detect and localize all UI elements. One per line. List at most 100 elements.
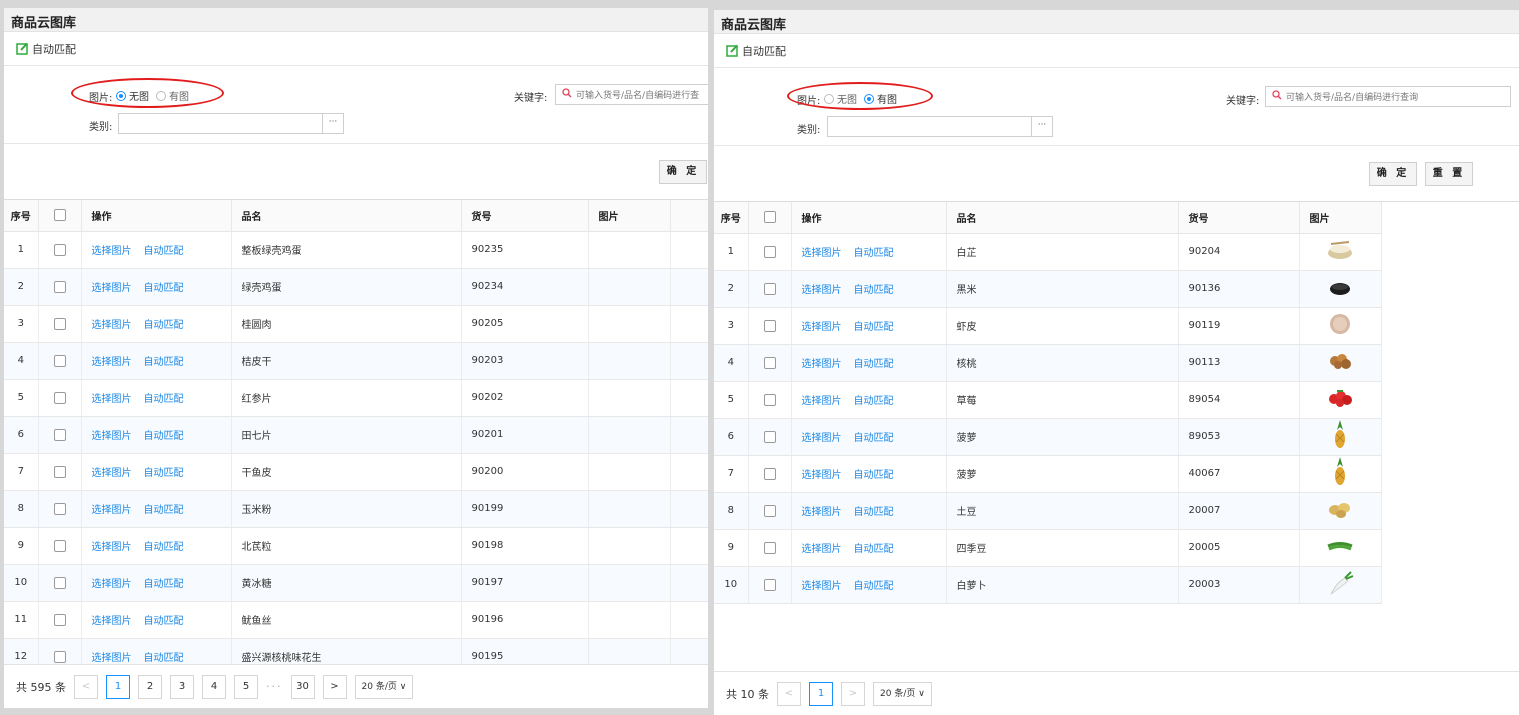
select-image-link[interactable]: 选择图片 [92,246,132,257]
walnut-thumbnail[interactable] [1325,354,1355,376]
pineapple-thumbnail[interactable] [1325,457,1355,490]
auto-match-link[interactable]: 自动匹配 [144,394,184,405]
row-checkbox[interactable] [763,245,776,258]
row-checkbox[interactable] [763,578,776,591]
select-image-link[interactable]: 选择图片 [802,285,842,296]
auto-match-button[interactable]: 自动匹配 [726,43,786,59]
category-select[interactable]: ··· [118,113,344,134]
select-image-link[interactable]: 选择图片 [802,322,842,333]
radio-has-image[interactable] [864,93,874,104]
auto-match-link[interactable]: 自动匹配 [144,468,184,479]
select-image-link[interactable]: 选择图片 [92,653,132,664]
row-checkbox[interactable] [763,541,776,554]
auto-match-link[interactable]: 自动匹配 [144,505,184,516]
auto-match-link[interactable]: 自动匹配 [854,396,894,407]
keyword-input[interactable]: 可输入货号/品名/自编码进行查 [555,84,708,105]
select-image-link[interactable]: 选择图片 [92,283,132,294]
auto-match-button[interactable]: 自动匹配 [16,41,76,57]
page-1[interactable]: 1 [106,674,130,699]
select-image-link[interactable]: 选择图片 [92,542,132,553]
select-all-checkbox[interactable] [53,209,66,222]
keyword-input[interactable]: 可输入货号/品名/自编码进行查询 [1265,86,1511,107]
auto-match-link[interactable]: 自动匹配 [144,616,184,627]
row-checkbox[interactable] [53,391,66,404]
next-page-button[interactable]: > [322,674,347,699]
auto-match-link[interactable]: 自动匹配 [854,248,894,259]
row-checkbox[interactable] [53,539,66,552]
page-2[interactable]: 2 [138,674,162,699]
prev-page-button[interactable]: < [777,681,801,706]
next-page-button[interactable]: > [841,681,865,706]
row-checkbox[interactable] [763,356,776,369]
row-checkbox[interactable] [53,576,66,589]
category-more-button[interactable]: ··· [322,114,343,133]
row-checkbox[interactable] [53,280,66,293]
radio-no-image[interactable] [824,93,834,104]
auto-match-link[interactable]: 自动匹配 [854,470,894,481]
row-checkbox[interactable] [763,282,776,295]
auto-match-link[interactable]: 自动匹配 [144,579,184,590]
row-checkbox[interactable] [763,467,776,480]
select-image-link[interactable]: 选择图片 [92,320,132,331]
row-checkbox[interactable] [53,243,66,256]
row-checkbox[interactable] [763,393,776,406]
select-image-link[interactable]: 选择图片 [92,468,132,479]
row-checkbox[interactable] [53,502,66,515]
select-image-link[interactable]: 选择图片 [92,394,132,405]
black-rice-thumbnail[interactable] [1325,283,1355,302]
auto-match-link[interactable]: 自动匹配 [854,285,894,296]
row-checkbox[interactable] [53,317,66,330]
auto-match-link[interactable]: 自动匹配 [854,581,894,592]
confirm-button[interactable]: 确 定 [659,160,707,184]
auto-match-link[interactable]: 自动匹配 [144,283,184,294]
page-size-select[interactable]: 20 条/页 ∨ [873,681,932,706]
select-image-link[interactable]: 选择图片 [92,505,132,516]
select-image-link[interactable]: 选择图片 [802,507,842,518]
select-image-link[interactable]: 选择图片 [802,581,842,592]
select-image-link[interactable]: 选择图片 [802,359,842,370]
auto-match-link[interactable]: 自动匹配 [854,507,894,518]
page-1[interactable]: 1 [809,681,833,706]
auto-match-link[interactable]: 自动匹配 [854,322,894,333]
radio-has-image[interactable] [156,90,166,101]
select-image-link[interactable]: 选择图片 [92,616,132,627]
radio-no-image[interactable] [116,90,126,101]
row-checkbox[interactable] [53,465,66,478]
confirm-button[interactable]: 确 定 [1369,162,1417,186]
select-image-link[interactable]: 选择图片 [802,396,842,407]
row-checkbox[interactable] [53,354,66,367]
auto-match-link[interactable]: 自动匹配 [144,431,184,442]
select-all-checkbox[interactable] [763,211,776,224]
select-image-link[interactable]: 选择图片 [92,357,132,368]
select-image-link[interactable]: 选择图片 [802,470,842,481]
page-3[interactable]: 3 [170,674,194,699]
row-checkbox[interactable] [53,428,66,441]
potato-thumbnail[interactable] [1325,503,1355,524]
green-bean-thumbnail[interactable] [1325,542,1355,561]
herb-bowl-thumbnail[interactable] [1325,241,1355,265]
reset-button[interactable]: 重 置 [1425,162,1473,186]
auto-match-link[interactable]: 自动匹配 [144,320,184,331]
category-more-button[interactable]: ··· [1031,117,1052,136]
row-checkbox[interactable] [763,504,776,517]
page-size-select[interactable]: 20 条/页 ∨ [354,674,414,699]
row-checkbox[interactable] [763,430,776,443]
select-image-link[interactable]: 选择图片 [802,433,842,444]
row-checkbox[interactable] [763,319,776,332]
dried-shrimp-thumbnail[interactable] [1325,314,1355,339]
auto-match-link[interactable]: 自动匹配 [144,357,184,368]
row-checkbox[interactable] [53,650,66,663]
page-4[interactable]: 4 [202,674,226,699]
pineapple-thumbnail[interactable] [1325,420,1355,453]
select-image-link[interactable]: 选择图片 [92,431,132,442]
select-image-link[interactable]: 选择图片 [802,248,842,259]
auto-match-link[interactable]: 自动匹配 [144,246,184,257]
row-checkbox[interactable] [53,613,66,626]
auto-match-link[interactable]: 自动匹配 [854,544,894,555]
strawberry-thumbnail[interactable] [1325,390,1355,413]
select-image-link[interactable]: 选择图片 [802,544,842,555]
category-select[interactable]: ··· [827,116,1053,137]
select-image-link[interactable]: 选择图片 [92,579,132,590]
page-5[interactable]: 5 [234,674,258,699]
page-last[interactable]: 30 [290,674,315,699]
